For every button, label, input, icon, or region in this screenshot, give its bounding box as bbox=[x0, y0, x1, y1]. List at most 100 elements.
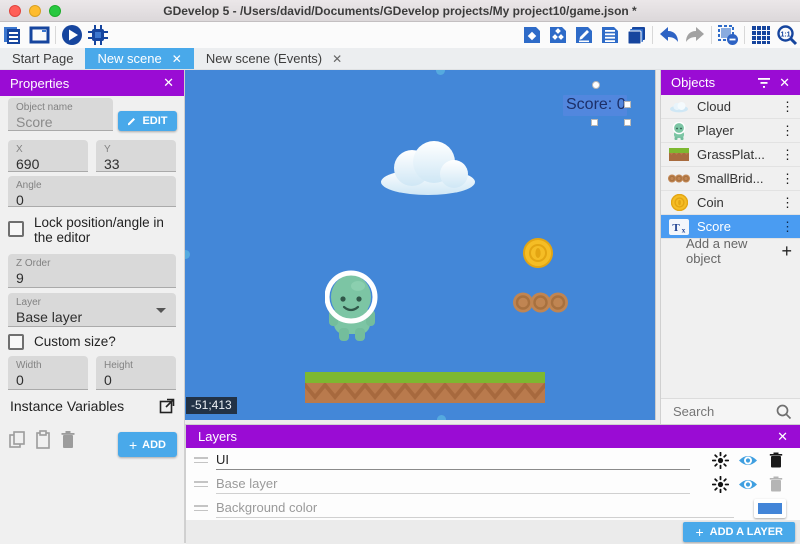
search-icon bbox=[776, 404, 792, 420]
object-menu-icon[interactable]: ⋮ bbox=[781, 150, 794, 160]
layer-name-input[interactable] bbox=[216, 450, 690, 470]
objects-list-button[interactable] bbox=[545, 23, 571, 47]
svg-text:T: T bbox=[672, 222, 680, 234]
layer-delete-icon[interactable] bbox=[766, 476, 786, 492]
field-label: X bbox=[16, 144, 80, 156]
trash-icon[interactable] bbox=[60, 430, 76, 450]
layer-select[interactable]: Layer Base layer bbox=[8, 293, 176, 327]
scroll-dot-left[interactable] bbox=[185, 250, 190, 259]
close-panel-icon[interactable]: ✕ bbox=[779, 75, 790, 91]
debug-icon bbox=[87, 24, 109, 46]
drag-handle-icon[interactable] bbox=[194, 481, 208, 487]
redo-button[interactable] bbox=[682, 23, 708, 47]
zoom-original-button[interactable]: 1:1 bbox=[774, 23, 800, 47]
close-tab-icon[interactable]: ✕ bbox=[332, 52, 342, 66]
lock-position-row: Lock position/angle in the editor bbox=[8, 215, 178, 245]
start-page-button[interactable] bbox=[26, 23, 52, 47]
lock-position-checkbox[interactable] bbox=[8, 221, 24, 237]
coin-object[interactable] bbox=[523, 238, 553, 268]
close-panel-icon[interactable]: ✕ bbox=[163, 75, 174, 91]
open-in-new-icon[interactable] bbox=[159, 398, 175, 414]
height-field[interactable]: Height 0 bbox=[96, 356, 176, 390]
object-name-field[interactable]: Object name Score bbox=[8, 98, 113, 131]
add-variable-button[interactable]: + ADD bbox=[118, 432, 177, 457]
toggle-grid-button[interactable] bbox=[748, 23, 774, 47]
object-groups-button[interactable] bbox=[571, 23, 597, 47]
layer-effects-icon[interactable] bbox=[710, 476, 730, 493]
debug-button[interactable] bbox=[85, 23, 111, 47]
object-menu-icon[interactable]: ⋮ bbox=[781, 174, 794, 184]
object-name: SmallBrid... bbox=[697, 171, 775, 186]
close-window-button[interactable] bbox=[9, 5, 21, 17]
panel-title: Layers bbox=[198, 429, 237, 444]
resize-handle-corner[interactable] bbox=[624, 119, 631, 126]
cloud-object[interactable] bbox=[379, 138, 477, 196]
object-name: Coin bbox=[697, 195, 775, 210]
layers-panel-button[interactable] bbox=[623, 23, 649, 47]
tab-new-scene-events[interactable]: New scene (Events) ✕ bbox=[194, 48, 354, 69]
close-tab-icon[interactable]: ✕ bbox=[172, 52, 182, 66]
layer-delete-icon[interactable] bbox=[766, 452, 786, 468]
drag-handle-icon bbox=[194, 505, 208, 511]
grass-platform-object[interactable] bbox=[305, 372, 545, 403]
tab-bar: Start Page New scene ✕ New scene (Events… bbox=[0, 48, 800, 70]
scroll-dot-top[interactable] bbox=[436, 70, 445, 75]
background-color-swatch[interactable] bbox=[754, 499, 786, 518]
tab-start-page[interactable]: Start Page bbox=[0, 48, 85, 69]
layer-name-input[interactable] bbox=[216, 474, 690, 494]
field-label: Angle bbox=[16, 180, 168, 192]
score-text-object[interactable]: Score: 0 bbox=[566, 96, 626, 114]
layer-row-ui bbox=[186, 448, 800, 472]
edit-object-button[interactable]: EDIT bbox=[118, 111, 177, 131]
object-menu-icon[interactable]: ⋮ bbox=[781, 198, 794, 208]
small-bridge-object[interactable] bbox=[513, 292, 568, 313]
deselect-all-button[interactable] bbox=[715, 23, 741, 47]
field-label: Z Order bbox=[16, 258, 168, 270]
search-input[interactable] bbox=[673, 404, 776, 419]
instances-list-icon bbox=[600, 25, 620, 45]
layer-effects-icon[interactable] bbox=[710, 452, 730, 469]
resize-handle-bottom[interactable] bbox=[591, 119, 598, 126]
z-order-field[interactable]: Z Order 9 bbox=[8, 254, 176, 288]
instances-list-button[interactable] bbox=[597, 23, 623, 47]
scene-canvas[interactable]: Score: 0 -51;413 bbox=[185, 70, 655, 420]
pencil-icon bbox=[127, 116, 137, 126]
instance-properties-button[interactable] bbox=[519, 23, 545, 47]
object-row-cloud[interactable]: Cloud ⋮ bbox=[661, 95, 800, 119]
close-panel-icon[interactable]: ✕ bbox=[777, 429, 788, 445]
scroll-dot-bottom[interactable] bbox=[437, 415, 446, 420]
object-menu-icon[interactable]: ⋮ bbox=[781, 102, 794, 112]
object-row-coin[interactable]: Coin ⋮ bbox=[661, 191, 800, 215]
copy-icon[interactable] bbox=[8, 430, 26, 450]
undo-button[interactable] bbox=[656, 23, 682, 47]
custom-size-checkbox[interactable] bbox=[8, 334, 24, 350]
player-object[interactable] bbox=[325, 270, 379, 342]
add-layer-button[interactable]: + ADD A LAYER bbox=[683, 522, 795, 542]
resize-handle-right[interactable] bbox=[624, 101, 631, 108]
layer-visibility-icon[interactable] bbox=[738, 453, 758, 468]
maximize-window-button[interactable] bbox=[49, 5, 61, 17]
width-field[interactable]: Width 0 bbox=[8, 356, 88, 390]
rotate-handle[interactable] bbox=[592, 81, 600, 89]
object-menu-icon[interactable]: ⋮ bbox=[781, 126, 794, 136]
drag-handle-icon[interactable] bbox=[194, 457, 208, 463]
object-row-player[interactable]: Player ⋮ bbox=[661, 119, 800, 143]
field-value: 0 bbox=[16, 192, 168, 208]
paste-icon[interactable] bbox=[35, 430, 51, 450]
project-manager-button[interactable] bbox=[0, 23, 26, 47]
instance-variables-label: Instance Variables bbox=[10, 398, 124, 414]
layer-visibility-icon[interactable] bbox=[738, 477, 758, 492]
tab-new-scene[interactable]: New scene ✕ bbox=[85, 48, 193, 69]
object-row-grassplatform[interactable]: GrassPlat... ⋮ bbox=[661, 143, 800, 167]
x-position-field[interactable]: X 690 bbox=[8, 140, 88, 172]
preview-button[interactable] bbox=[59, 23, 85, 47]
add-object-row[interactable]: Add a new object + bbox=[661, 239, 800, 263]
cursor-coordinates-label: -51;413 bbox=[186, 397, 237, 414]
object-menu-icon[interactable]: ⋮ bbox=[781, 222, 794, 232]
angle-field[interactable]: Angle 0 bbox=[8, 176, 176, 207]
svg-text:1:1: 1:1 bbox=[780, 32, 790, 39]
y-position-field[interactable]: Y 33 bbox=[96, 140, 176, 172]
object-row-smallbridge[interactable]: SmallBrid... ⋮ bbox=[661, 167, 800, 191]
filter-icon[interactable] bbox=[757, 77, 771, 89]
minimize-window-button[interactable] bbox=[29, 5, 41, 17]
